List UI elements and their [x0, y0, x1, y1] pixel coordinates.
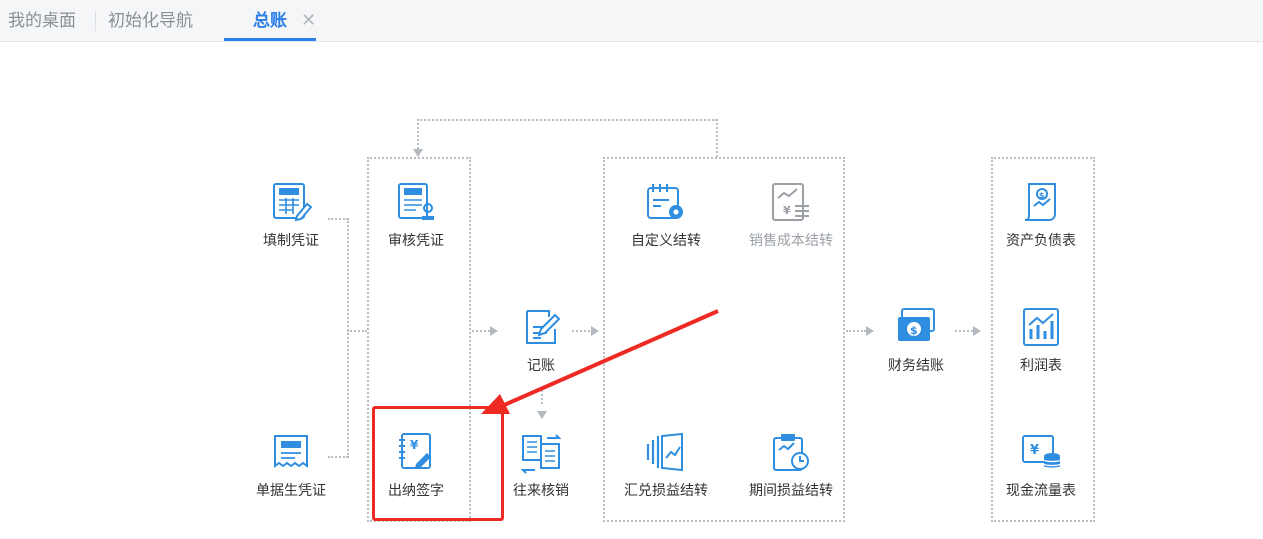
tab-divider: [95, 11, 96, 31]
workflow-canvas: 填制凭证 单据生凭证 审核凭证 ¥ 出纳签字 记账 往来核销 自定义结转 ¥ 销…: [0, 42, 1263, 539]
tab-my-desktop[interactable]: 我的桌面: [8, 0, 76, 41]
tab-init-navigation[interactable]: 初始化导航: [108, 0, 193, 41]
annotation-arrow-icon: [481, 309, 719, 414]
tab-bar: 我的桌面 初始化导航 总账 ✕: [0, 0, 1263, 42]
close-icon[interactable]: ✕: [301, 0, 316, 41]
tab-general-ledger[interactable]: 总账: [224, 0, 316, 41]
